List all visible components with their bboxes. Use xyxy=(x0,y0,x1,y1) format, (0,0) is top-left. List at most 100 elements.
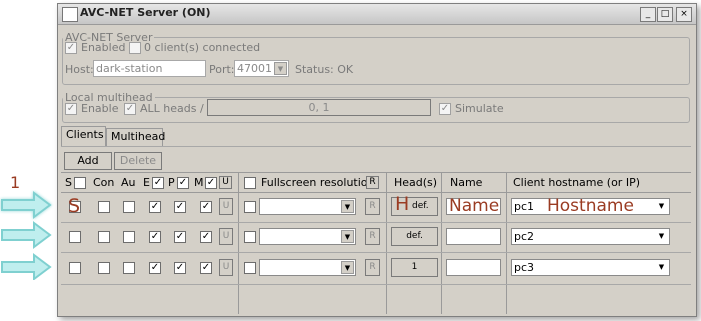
row-p-checkbox[interactable]: ✓ xyxy=(174,262,186,274)
row-divider xyxy=(61,252,691,253)
fullscreen-checkbox[interactable] xyxy=(244,177,256,189)
col-divider xyxy=(441,173,442,314)
hostname-value: pc1 xyxy=(514,200,535,213)
col-s: S xyxy=(65,176,72,189)
hostname-value: pc2 xyxy=(514,230,535,243)
head-value: def. xyxy=(412,201,429,211)
delete-button[interactable]: Delete xyxy=(114,152,162,170)
row-au-checkbox[interactable] xyxy=(123,201,135,213)
col-heads: Head(s) xyxy=(394,176,438,189)
col-con: Con xyxy=(93,176,115,189)
chevron-down-icon: ▼ xyxy=(655,200,668,213)
row-select-checkbox[interactable] xyxy=(69,262,81,274)
row-p-checkbox[interactable]: ✓ xyxy=(174,231,186,243)
annotation-hostname: Hostname xyxy=(547,196,634,216)
arrow-icon xyxy=(1,191,52,219)
row-au-checkbox[interactable] xyxy=(123,262,135,274)
hostname-value: pc3 xyxy=(514,261,535,274)
status-label: Status: OK xyxy=(295,63,354,76)
row-u-button[interactable]: U xyxy=(219,198,233,215)
tab-divider xyxy=(61,146,691,147)
chevron-down-icon: ▼ xyxy=(341,261,354,274)
head-button[interactable]: 1 xyxy=(391,258,438,277)
port-label: Port: xyxy=(209,63,235,76)
chevron-down-icon: ▼ xyxy=(274,62,287,75)
row-divider xyxy=(61,284,691,285)
row-u-button[interactable]: U xyxy=(219,228,233,245)
add-button[interactable]: Add xyxy=(64,152,112,170)
chevron-down-icon: ▼ xyxy=(655,261,668,274)
col-divider xyxy=(386,173,387,314)
col-divider xyxy=(238,173,239,314)
tab-multihead[interactable]: Multihead xyxy=(106,128,165,146)
fullscreen-select[interactable]: ▼ xyxy=(259,228,356,245)
col-au: Au xyxy=(121,176,136,189)
row-fullscreen-checkbox[interactable] xyxy=(244,201,256,213)
port-select[interactable]: 47001 ▼ xyxy=(234,60,289,77)
row-e-checkbox[interactable]: ✓ xyxy=(149,231,161,243)
col-p: P xyxy=(168,176,175,189)
col-m-checkbox[interactable]: ✓ xyxy=(205,177,217,189)
hostname-select[interactable]: pc3 ▼ xyxy=(511,259,670,276)
minimize-button[interactable]: _ xyxy=(640,7,656,22)
multihead-enable-checkbox[interactable]: ✓ xyxy=(65,103,77,115)
col-m: M xyxy=(194,176,204,189)
head-button[interactable]: def. xyxy=(391,227,438,246)
all-heads-label: ALL heads / xyxy=(140,102,204,115)
annotation-s: S xyxy=(68,195,81,217)
name-input[interactable] xyxy=(446,228,501,245)
row-e-checkbox[interactable]: ✓ xyxy=(149,262,161,274)
chevron-down-icon: ▼ xyxy=(341,200,354,213)
close-button[interactable]: × xyxy=(676,7,692,22)
fullscreen-select[interactable]: ▼ xyxy=(259,259,356,276)
host-label: Host: xyxy=(65,63,94,76)
col-name: Name xyxy=(450,176,483,189)
annotation-name: Name xyxy=(449,196,500,216)
clients-connected-checkbox xyxy=(129,42,141,54)
chevron-down-icon: ▼ xyxy=(655,230,668,243)
window-title: AVC-NET Server (ON) xyxy=(80,6,211,19)
chevron-down-icon: ▼ xyxy=(341,230,354,243)
row-fullscreen-checkbox[interactable] xyxy=(244,262,256,274)
head-button[interactable]: H def. xyxy=(391,193,438,216)
host-input[interactable]: dark-station xyxy=(93,60,206,77)
col-divider xyxy=(506,173,507,314)
row-p-checkbox[interactable]: ✓ xyxy=(174,201,186,213)
row-m-checkbox[interactable]: ✓ xyxy=(200,262,212,274)
row-e-checkbox[interactable]: ✓ xyxy=(149,201,161,213)
col-e-checkbox[interactable]: ✓ xyxy=(152,177,164,189)
annotation-h: H xyxy=(395,193,410,215)
fullscreen-select[interactable]: ▼ xyxy=(259,198,356,215)
maximize-button[interactable]: □ xyxy=(657,7,673,22)
arrow-icon xyxy=(1,253,52,280)
name-input[interactable] xyxy=(446,259,501,276)
col-r-button[interactable]: R xyxy=(366,176,379,189)
select-all-checkbox[interactable] xyxy=(74,177,86,189)
arrow-icon xyxy=(1,221,52,249)
col-p-checkbox[interactable]: ✓ xyxy=(177,177,189,189)
tab-clients[interactable]: Clients xyxy=(61,126,106,147)
row-au-checkbox[interactable] xyxy=(123,231,135,243)
row-r-button[interactable]: R xyxy=(365,198,380,215)
row-m-checkbox[interactable]: ✓ xyxy=(200,201,212,213)
row-con-checkbox[interactable] xyxy=(98,262,110,274)
app-icon xyxy=(62,7,78,22)
row-con-checkbox[interactable] xyxy=(98,201,110,213)
simulate-checkbox[interactable]: ✓ xyxy=(439,103,451,115)
col-u-button[interactable]: U xyxy=(219,176,232,189)
row-fullscreen-checkbox[interactable] xyxy=(244,231,256,243)
row-con-checkbox[interactable] xyxy=(98,231,110,243)
col-hostname: Client hostname (or IP) xyxy=(513,176,640,189)
clients-connected-label: 0 client(s) connected xyxy=(144,41,261,54)
row-u-button[interactable]: U xyxy=(219,259,233,276)
server-enabled-checkbox[interactable]: ✓ xyxy=(65,42,77,54)
row-m-checkbox[interactable]: ✓ xyxy=(200,231,212,243)
row-select-checkbox[interactable] xyxy=(69,231,81,243)
all-heads-checkbox[interactable]: ✓ xyxy=(124,103,136,115)
title-bar: AVC-NET Server (ON) _ □ × xyxy=(58,4,696,25)
row-r-button[interactable]: R xyxy=(365,259,380,276)
row-r-button[interactable]: R xyxy=(365,228,380,245)
port-value: 47001 xyxy=(237,62,272,75)
heads-button[interactable]: 0, 1 xyxy=(207,99,431,116)
hostname-select[interactable]: pc2 ▼ xyxy=(511,228,670,245)
